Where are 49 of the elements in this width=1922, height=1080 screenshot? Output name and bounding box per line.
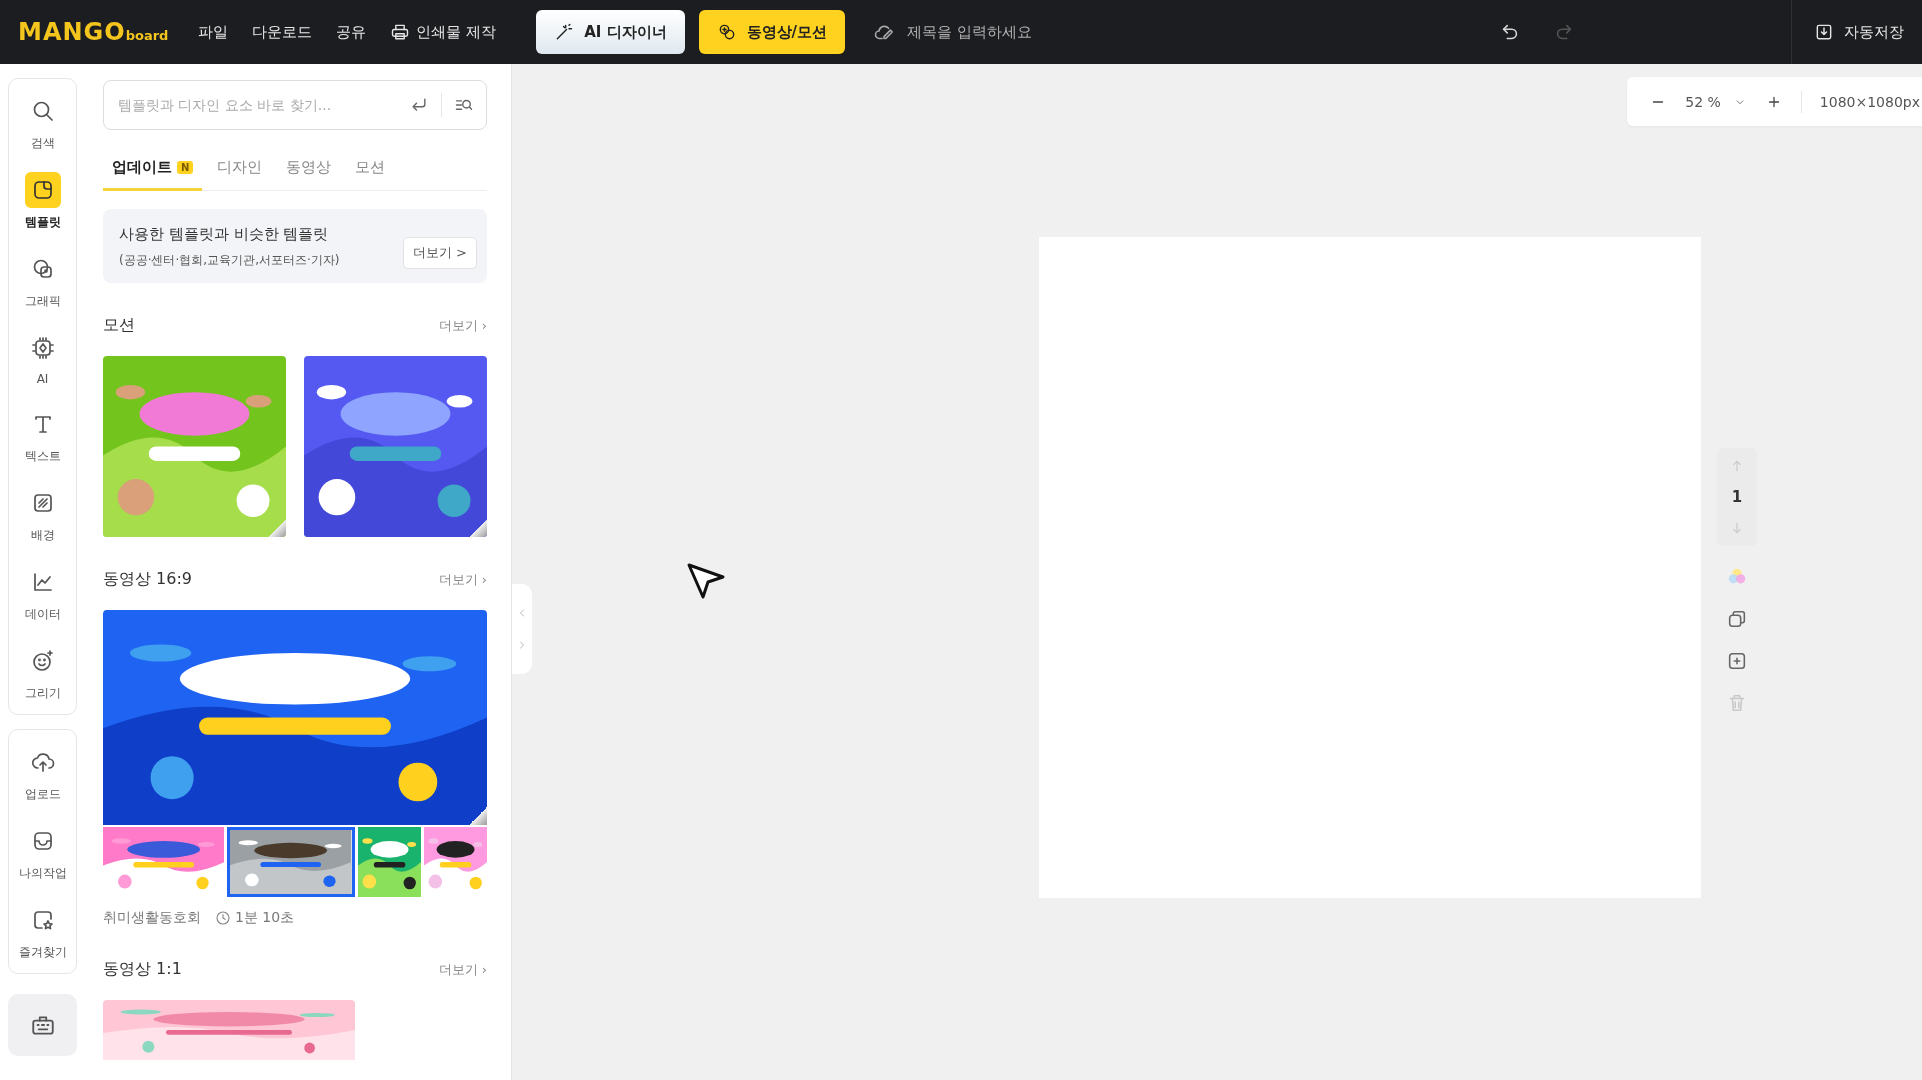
menu-item[interactable]: 다운로드 xyxy=(252,12,313,52)
tab[interactable]: 모션 xyxy=(346,150,395,191)
promo-title: 사용한 템플릿과 비슷한 템플릿 xyxy=(119,225,330,244)
more-link[interactable]: 더보기 › xyxy=(438,960,487,979)
motion-mode-button[interactable]: 동영상/모션 xyxy=(698,10,846,54)
magic-wand-icon xyxy=(554,22,575,42)
section-title: 모션 xyxy=(103,315,135,336)
more-button[interactable]: 더보기 > xyxy=(402,237,477,269)
canvas-size: 1080×1080px xyxy=(1819,93,1921,110)
sidebar-item[interactable]: 데이터 xyxy=(24,564,61,623)
clock-icon xyxy=(215,910,231,926)
sidebar-item[interactable]: 텍스트 xyxy=(24,406,61,465)
keyboard-icon[interactable] xyxy=(8,994,77,1056)
sidebar-item[interactable]: 업로드 xyxy=(24,744,61,803)
printer-icon xyxy=(390,22,411,42)
sidebar-item[interactable]: 템플릿 xyxy=(24,172,61,231)
tab[interactable]: 업데이트 N xyxy=(103,150,203,191)
more-link[interactable]: 더보기 › xyxy=(438,570,487,589)
page-number: 1 xyxy=(1731,488,1743,506)
sidebar-item[interactable]: 그래픽 xyxy=(24,251,61,310)
sidebar-item[interactable]: 검색 xyxy=(24,93,61,152)
collapse-handle[interactable] xyxy=(512,584,532,674)
video-duration: 1분 10초 xyxy=(235,909,295,927)
document-icon xyxy=(24,172,61,208)
search-bar[interactable]: 템플릿과 디자인 요소 바로 찾기... xyxy=(103,80,487,130)
menu-item[interactable]: 파일 xyxy=(198,12,229,52)
ai-designer-button[interactable]: AI 디자이너 xyxy=(536,10,685,54)
zoom-dropdown[interactable]: 52 % xyxy=(1685,93,1747,110)
sidebar-item[interactable]: 배경 xyxy=(24,485,61,544)
sidebar-item[interactable]: 그리기 xyxy=(24,643,61,702)
menu-item[interactable]: 공유 xyxy=(336,12,367,52)
download-box-icon xyxy=(1814,22,1834,42)
promo-subtitle: (공공·센터·협회,교육기관,서포터즈·기자) xyxy=(119,252,340,269)
copy-icon[interactable] xyxy=(1726,608,1748,630)
sidebar-item[interactable]: 나의작업 xyxy=(18,823,67,882)
menu-item[interactable]: 인쇄물 제작 xyxy=(390,12,497,52)
add-page-icon[interactable] xyxy=(1726,650,1748,672)
sidebar-item[interactable]: 즐겨찾기 xyxy=(18,902,67,961)
more-link[interactable]: 더보기 › xyxy=(438,316,487,335)
new-badge: N xyxy=(177,161,194,174)
sidebar-item[interactable]: AI xyxy=(24,330,61,386)
video-title: 취미생활동호회 xyxy=(103,909,201,927)
logo[interactable]: MANGOboard xyxy=(18,18,169,46)
search-field[interactable]: 템플릿과 디자인 요소 바로 찾기... xyxy=(116,96,409,114)
section-title: 동영상 16:9 xyxy=(103,569,192,590)
tab[interactable]: 동영상 xyxy=(277,150,341,191)
section-title: 동영상 1:1 xyxy=(103,959,182,980)
tab[interactable]: 디자인 xyxy=(208,150,272,191)
title-field[interactable]: 제목을 입력하세요 xyxy=(905,22,1106,42)
